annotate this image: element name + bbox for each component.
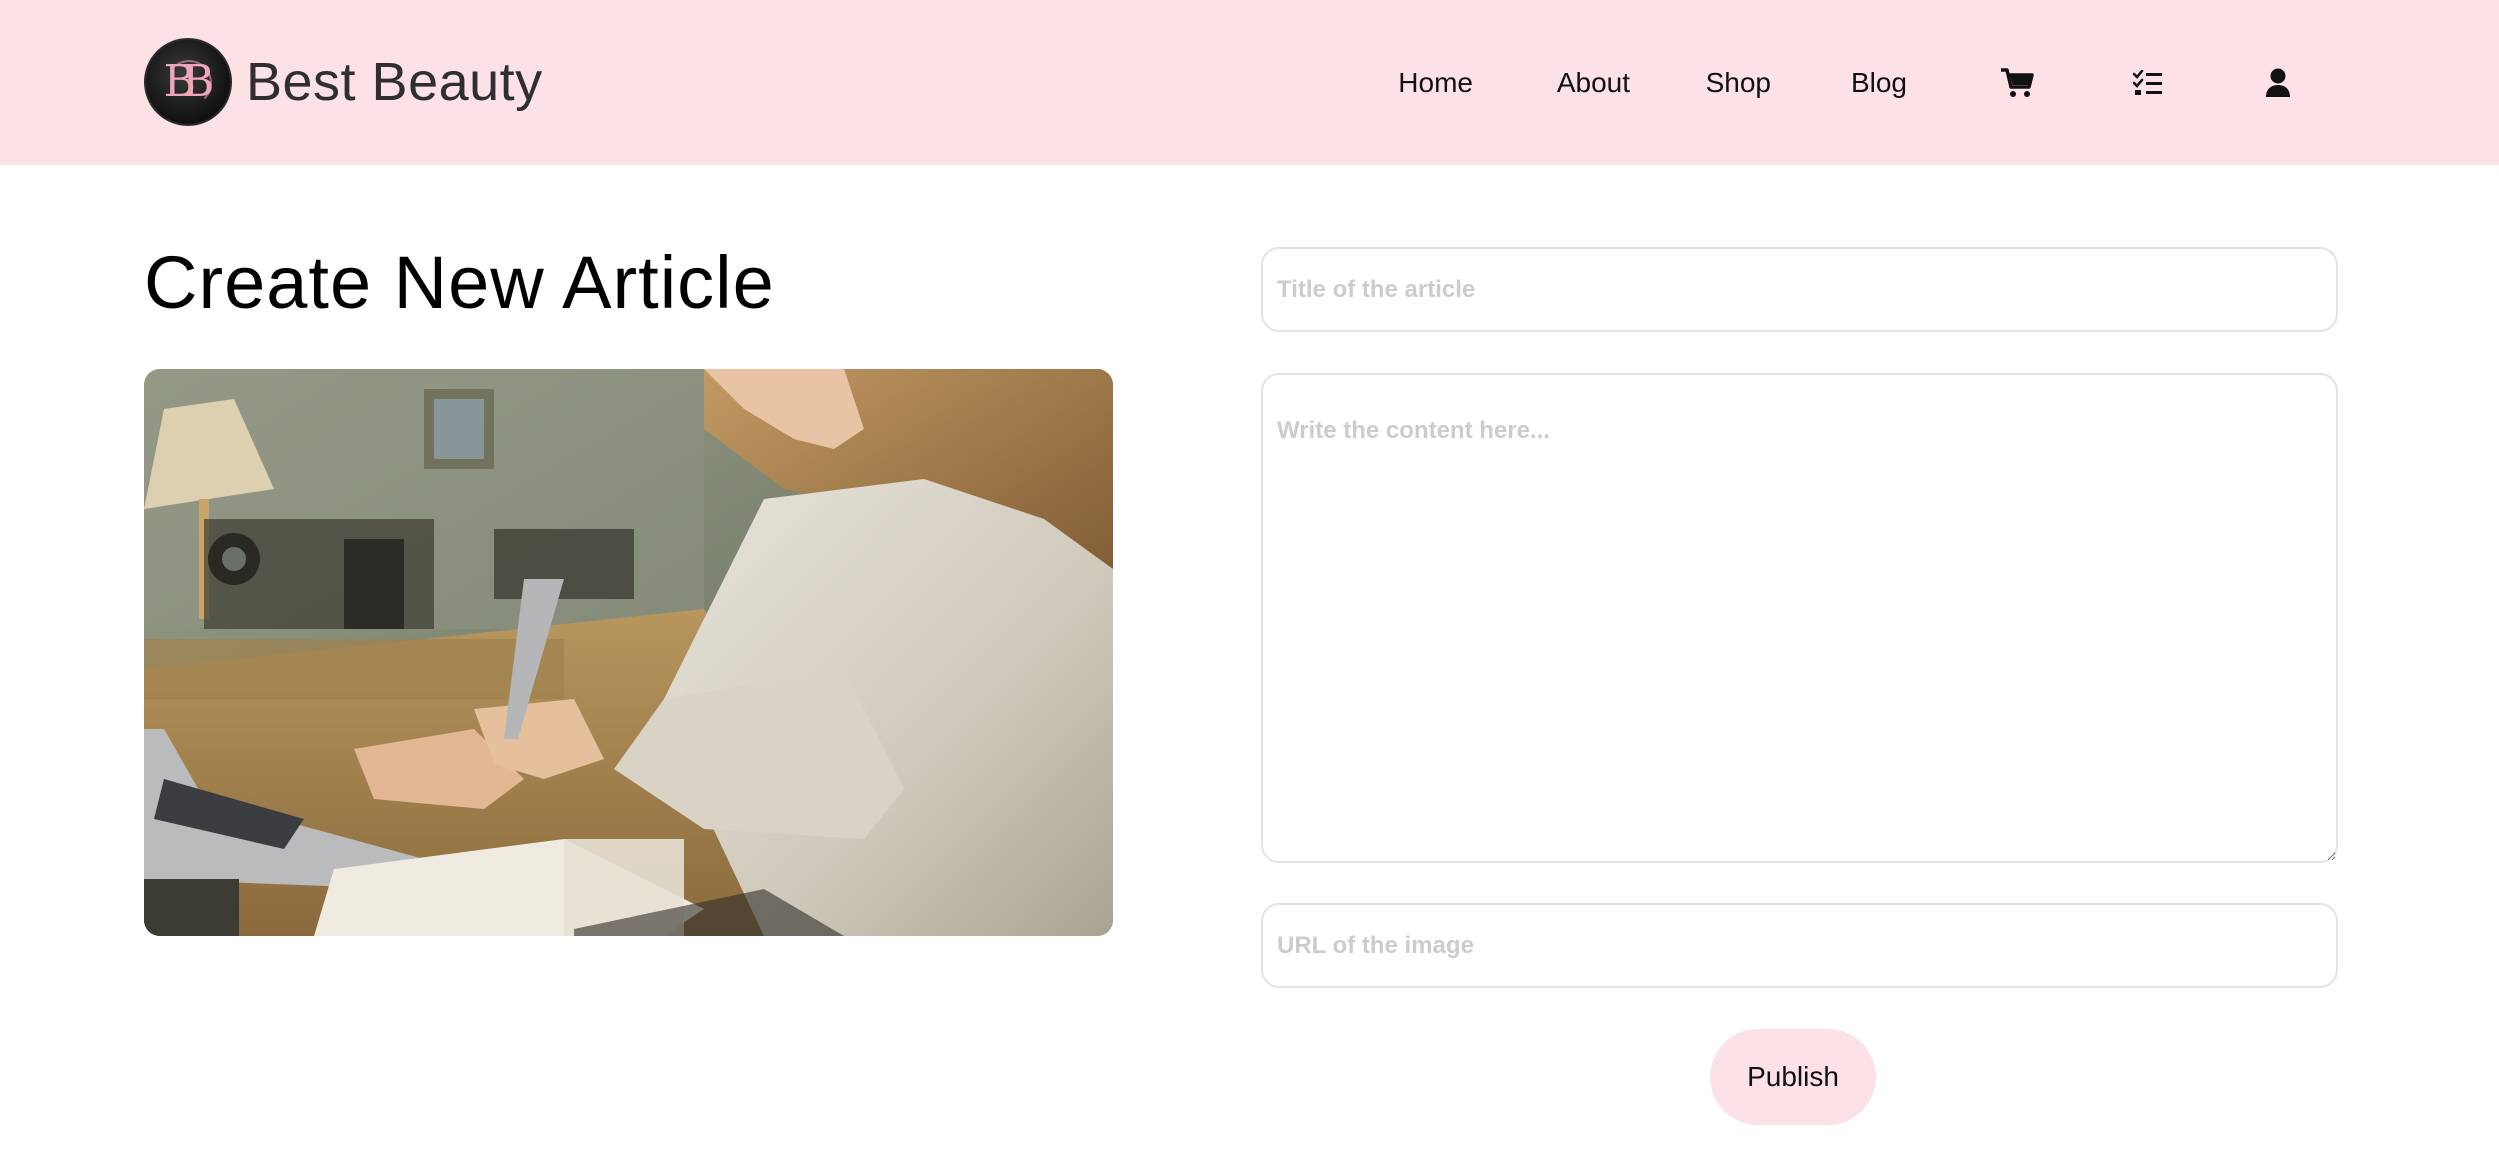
article-hero-image [144,369,1113,936]
page-title: Create New Article [144,241,775,324]
brand-logo: BB [144,38,232,126]
article-content-textarea[interactable] [1261,373,2338,863]
image-url-input[interactable] [1261,903,2338,988]
brand-link[interactable]: BB Best Beauty [144,38,543,126]
site-header: BB Best Beauty Home About Shop Blog [0,0,2499,165]
nav-blog[interactable]: Blog [1851,58,1907,108]
nav-about[interactable]: About [1557,58,1630,108]
logo-swirl [166,60,212,106]
publish-button[interactable]: Publish [1710,1029,1876,1125]
nav-shop[interactable]: Shop [1706,58,1771,108]
nav-home[interactable]: Home [1398,58,1473,108]
brand-name: Best Beauty [246,52,543,112]
cart-icon[interactable] [1992,58,2042,108]
user-icon[interactable] [2253,58,2303,108]
article-title-input[interactable] [1261,247,2338,332]
checklist-icon[interactable] [2123,58,2173,108]
